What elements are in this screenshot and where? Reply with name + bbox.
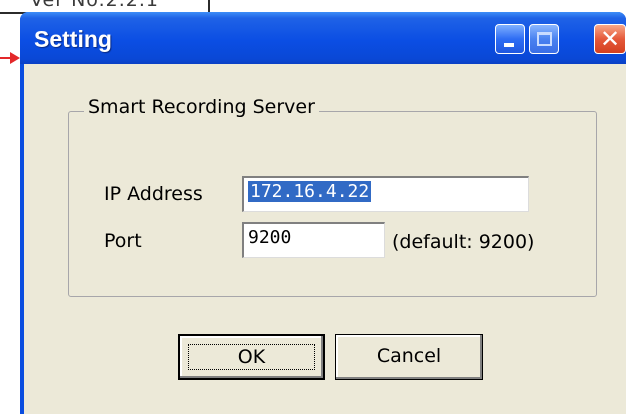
port-input[interactable]: 9200 bbox=[242, 222, 385, 258]
background-window-text: Ver No.2.2.1 bbox=[30, 0, 159, 11]
port-default-hint: (default: 9200) bbox=[392, 231, 535, 253]
setting-dialog: Setting ✕ Smart Recording Server IP Addr… bbox=[20, 12, 626, 414]
ip-address-value: 172.16.4.22 bbox=[248, 181, 372, 202]
ok-button[interactable]: OK bbox=[178, 334, 325, 380]
dialog-title: Setting bbox=[34, 26, 112, 52]
close-button[interactable]: ✕ bbox=[594, 24, 626, 54]
maximize-icon bbox=[537, 32, 552, 46]
ok-button-label: OK bbox=[237, 346, 266, 368]
dialog-client-area: Smart Recording Server IP Address 172.16… bbox=[24, 64, 626, 414]
minimize-button[interactable] bbox=[495, 24, 525, 54]
close-icon: ✕ bbox=[600, 25, 621, 53]
maximize-button[interactable] bbox=[529, 24, 559, 54]
cancel-button-label: Cancel bbox=[376, 345, 442, 367]
group-title: Smart Recording Server bbox=[84, 96, 319, 118]
ip-address-label: IP Address bbox=[104, 183, 203, 205]
ip-address-input[interactable]: 172.16.4.22 bbox=[242, 176, 529, 212]
title-bar[interactable]: Setting ✕ bbox=[20, 12, 626, 64]
port-value: 9200 bbox=[248, 227, 292, 248]
minimize-icon bbox=[504, 43, 514, 47]
port-label: Port bbox=[104, 230, 142, 252]
cancel-button[interactable]: Cancel bbox=[335, 334, 483, 380]
pointer-arrow-icon bbox=[10, 52, 20, 64]
